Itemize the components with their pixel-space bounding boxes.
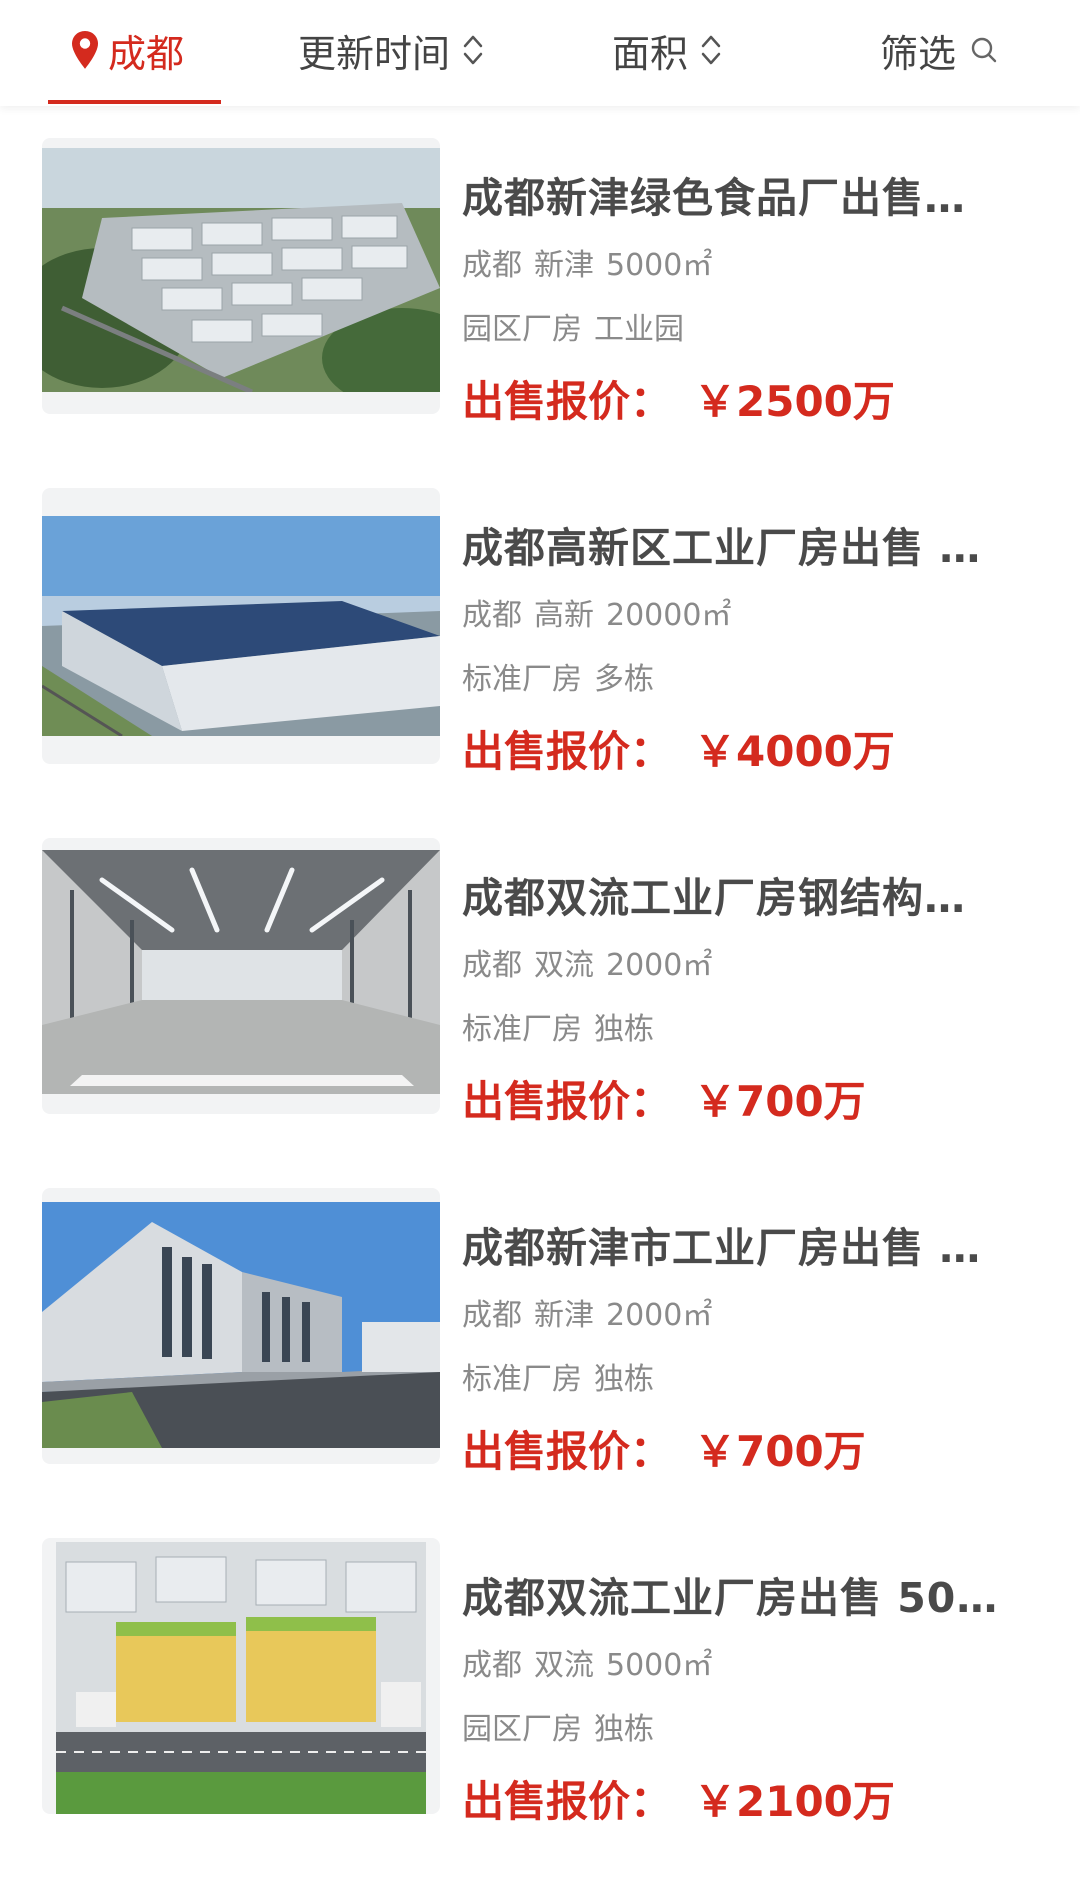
listing-price: 出售报价： ￥2100万	[462, 1768, 895, 1829]
listing-district: 双流	[534, 948, 594, 983]
listing-card[interactable]: 成都新津绿色食品厂出售… 成都 新津 5000㎡ 园区厂房 工业园 出售报价： ￥250…	[0, 106, 1080, 426]
listing-tag: 标准厂房	[462, 662, 582, 697]
listing-title: 成都新津市工业厂房出售 …	[462, 1224, 982, 1272]
search-icon	[971, 37, 997, 63]
listing-city: 成都	[462, 948, 522, 983]
listing-photo	[42, 1538, 440, 1814]
city-selector-tab[interactable]: 成都	[70, 18, 184, 82]
listing-title: 成都双流工业厂房钢结构…	[462, 874, 966, 922]
factory-park-aerial-image	[42, 148, 440, 392]
listing-price: 出售报价： ￥700万	[462, 1418, 866, 1479]
listing-card[interactable]: 成都高新区工业厂房出售 … 成都 高新 20000㎡ 标准厂房 多栋 出售报价： ￥40…	[0, 456, 1080, 776]
listing-price: 出售报价： ￥4000万	[462, 718, 895, 779]
listing-area: 5000㎡	[606, 1648, 713, 1683]
listing-location: 成都 双流 5000㎡	[462, 1640, 712, 1684]
listing-photo	[42, 1188, 440, 1464]
listing-district: 新津	[534, 248, 594, 283]
listing-tags: 标准厂房 独栋	[462, 1004, 654, 1048]
listing-tag: 园区厂房	[462, 312, 582, 347]
listing-tag: 独栋	[594, 1712, 654, 1747]
listing-card[interactable]: 成都双流工业厂房出售 50… 成都 双流 5000㎡ 园区厂房 独栋 出售报价： ￥21…	[0, 1506, 1080, 1826]
listing-price: 出售报价： ￥700万	[462, 1068, 866, 1129]
factory-building-image	[42, 516, 440, 736]
listing-tag: 标准厂房	[462, 1012, 582, 1047]
active-tab-indicator	[48, 100, 221, 104]
sort-up-down-icon	[463, 35, 483, 65]
listing-tag: 标准厂房	[462, 1362, 582, 1397]
price-amount: ￥4000万	[694, 727, 895, 776]
sort-area-label: 面积	[612, 31, 689, 76]
price-amount: ￥700万	[694, 1077, 866, 1126]
price-label: 出售报价：	[462, 1077, 673, 1126]
listing-area: 5000㎡	[606, 248, 713, 283]
listing-district: 双流	[534, 1648, 594, 1683]
listing-card[interactable]: 成都新津市工业厂房出售 … 成都 新津 2000㎡ 标准厂房 独栋 出售报价： ￥700…	[0, 1156, 1080, 1476]
listing-photo	[42, 488, 440, 764]
listing-tags: 标准厂房 多栋	[462, 654, 654, 698]
map-pin-icon	[72, 31, 98, 69]
listing-price: 出售报价： ￥2500万	[462, 368, 895, 429]
sort-by-area-tab[interactable]: 面积	[612, 18, 722, 82]
price-label: 出售报价：	[462, 1427, 673, 1476]
listing-area: 20000㎡	[606, 598, 732, 633]
office-factory-building-image	[42, 1202, 440, 1448]
listing-tag: 多栋	[594, 662, 654, 697]
listing-city: 成都	[462, 1648, 522, 1683]
price-amount: ￥2100万	[694, 1777, 895, 1826]
price-label: 出售报价：	[462, 727, 673, 776]
filter-bar: 成都 更新时间 面积 筛选	[0, 0, 1080, 106]
listing-location: 成都 新津 2000㎡	[462, 1290, 712, 1334]
listing-area: 2000㎡	[606, 948, 713, 983]
listing-tag: 园区厂房	[462, 1712, 582, 1747]
price-label: 出售报价：	[462, 1777, 673, 1826]
price-amount: ￥700万	[694, 1427, 866, 1476]
listing-tag: 工业园	[594, 312, 684, 347]
listing-title: 成都高新区工业厂房出售 …	[462, 524, 982, 572]
listing-city: 成都	[462, 598, 522, 633]
listing-title: 成都双流工业厂房出售 50…	[462, 1574, 999, 1622]
listing-area: 2000㎡	[606, 1298, 713, 1333]
listing-tags: 园区厂房 独栋	[462, 1704, 654, 1748]
listing-tags: 标准厂房 独栋	[462, 1354, 654, 1398]
listing-location: 成都 新津 5000㎡	[462, 240, 712, 284]
industrial-park-model-image	[56, 1542, 426, 1814]
sort-by-update-time-tab[interactable]: 更新时间	[298, 18, 484, 82]
listing-location: 成都 高新 20000㎡	[462, 590, 731, 634]
listing-city: 成都	[462, 248, 522, 283]
listing-title: 成都新津绿色食品厂出售…	[462, 174, 966, 222]
listing-card[interactable]: 成都双流工业厂房钢结构… 成都 双流 2000㎡ 标准厂房 独栋 出售报价： ￥700万	[0, 806, 1080, 1126]
listing-tag: 独栋	[594, 1012, 654, 1047]
price-amount: ￥2500万	[694, 377, 895, 426]
price-label: 出售报价：	[462, 377, 673, 426]
warehouse-interior-image	[42, 850, 440, 1094]
city-label: 成都	[108, 31, 185, 76]
listing-district: 高新	[534, 598, 594, 633]
listing-city: 成都	[462, 1298, 522, 1333]
listing-tag: 独栋	[594, 1362, 654, 1397]
sort-time-label: 更新时间	[298, 31, 451, 76]
listing-photo	[42, 838, 440, 1114]
filter-tab[interactable]: 筛选	[880, 18, 998, 82]
sort-up-down-icon	[701, 35, 721, 65]
listing-tags: 园区厂房 工业园	[462, 304, 684, 348]
filter-label: 筛选	[880, 31, 957, 76]
listing-district: 新津	[534, 1298, 594, 1333]
listing-location: 成都 双流 2000㎡	[462, 940, 712, 984]
listing-photo	[42, 138, 440, 414]
